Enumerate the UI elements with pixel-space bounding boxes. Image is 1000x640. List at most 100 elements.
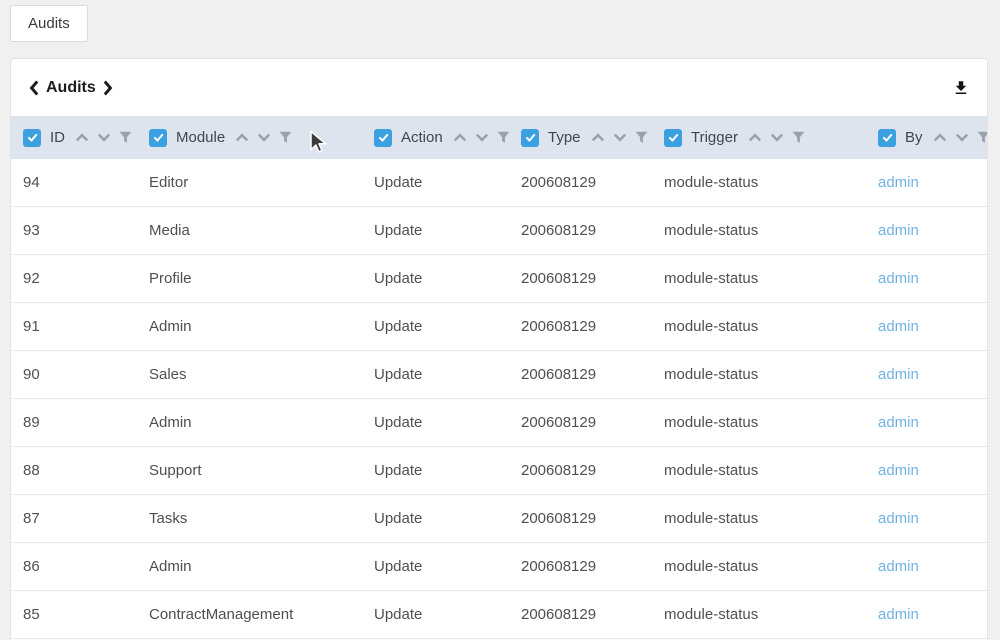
filter-icon[interactable]	[119, 131, 132, 144]
filter-icon[interactable]	[977, 131, 988, 144]
by-user-link[interactable]: admin	[878, 270, 919, 287]
cell-by: admin	[866, 414, 987, 431]
cell-trigger: module-status	[652, 318, 866, 335]
download-icon[interactable]	[950, 77, 972, 99]
filter-icon[interactable]	[635, 131, 648, 144]
cell-trigger: module-status	[652, 558, 866, 575]
cell-type: 200608129	[509, 462, 652, 479]
cell-module: Admin	[137, 414, 362, 431]
table-row: 88SupportUpdate200608129module-statusadm…	[11, 447, 987, 495]
by-user-link[interactable]: admin	[878, 606, 919, 623]
cell-trigger: module-status	[652, 366, 866, 383]
table-row: 86AdminUpdate200608129module-statusadmin	[11, 543, 987, 591]
cell-type: 200608129	[509, 606, 652, 623]
filter-icon[interactable]	[792, 131, 805, 144]
filter-icon[interactable]	[279, 131, 292, 144]
sort-asc-icon[interactable]	[591, 133, 605, 142]
sort-asc-icon[interactable]	[748, 133, 762, 142]
cell-trigger: module-status	[652, 270, 866, 287]
column-label: By	[905, 129, 923, 146]
column-label: Trigger	[691, 129, 738, 146]
table-row: 94EditorUpdate200608129module-statusadmi…	[11, 159, 987, 207]
chevron-right-icon[interactable]	[103, 80, 113, 96]
cell-module: Admin	[137, 558, 362, 575]
audits-card: Audits ID Module	[10, 58, 988, 640]
cell-action: Update	[362, 414, 509, 431]
cell-by: admin	[866, 174, 987, 191]
by-user-link[interactable]: admin	[878, 414, 919, 431]
sort-desc-icon[interactable]	[257, 133, 271, 142]
column-header-trigger[interactable]: Trigger	[652, 116, 866, 159]
column-checkbox[interactable]	[664, 129, 682, 147]
cell-type: 200608129	[509, 222, 652, 239]
column-checkbox[interactable]	[23, 129, 41, 147]
column-label: Type	[548, 129, 581, 146]
column-header-module[interactable]: Module	[137, 116, 362, 159]
sort-asc-icon[interactable]	[235, 133, 249, 142]
by-user-link[interactable]: admin	[878, 174, 919, 191]
table-row: 90SalesUpdate200608129module-status admin	[11, 351, 987, 399]
table-row: 93MediaUpdate200608129module-statusadmin	[11, 207, 987, 255]
cell-module: Editor	[137, 174, 362, 191]
column-checkbox[interactable]	[149, 129, 167, 147]
cell-by: admin	[866, 270, 987, 287]
column-checkbox[interactable]	[374, 129, 392, 147]
chevron-left-icon[interactable]	[29, 80, 39, 96]
cell-by: admin	[866, 606, 987, 623]
column-label: Module	[176, 129, 225, 146]
cell-trigger: module-status	[652, 222, 866, 239]
page-title: Audits	[46, 79, 96, 97]
cell-by: admin	[866, 366, 987, 383]
column-header-action[interactable]: Action	[362, 116, 509, 159]
sort-desc-icon[interactable]	[955, 133, 969, 142]
column-header-type[interactable]: Type	[509, 116, 652, 159]
filter-icon[interactable]	[497, 131, 510, 144]
cell-module: ContractManagement	[137, 606, 362, 623]
tab-audits[interactable]: Audits	[10, 5, 88, 42]
by-user-link[interactable]: admin	[878, 510, 919, 527]
cell-action: Update	[362, 174, 509, 191]
column-checkbox[interactable]	[521, 129, 539, 147]
column-label: ID	[50, 129, 65, 146]
cell-module: Sales	[137, 366, 362, 383]
cell-id: 94	[11, 174, 137, 191]
cell-action: Update	[362, 366, 509, 383]
by-user-link[interactable]: admin	[878, 462, 919, 479]
column-checkbox[interactable]	[878, 129, 896, 147]
by-user-link[interactable]: admin	[878, 558, 919, 575]
cell-id: 89	[11, 414, 137, 431]
cell-action: Update	[362, 558, 509, 575]
column-header-id[interactable]: ID	[11, 116, 137, 159]
table-row: 85ContractManagementUpdate200608129modul…	[11, 591, 987, 639]
sort-desc-icon[interactable]	[613, 133, 627, 142]
cell-id: 91	[11, 318, 137, 335]
cell-action: Update	[362, 510, 509, 527]
table-header: ID Module Action	[11, 116, 987, 159]
cell-id: 92	[11, 270, 137, 287]
table-row: 91AdminUpdate200608129module-statusadmin	[11, 303, 987, 351]
cell-by: admin	[866, 222, 987, 239]
cell-trigger: module-status	[652, 174, 866, 191]
sort-asc-icon[interactable]	[75, 133, 89, 142]
cell-type: 200608129	[509, 366, 652, 383]
column-header-by[interactable]: By	[866, 116, 987, 159]
sort-desc-icon[interactable]	[475, 133, 489, 142]
sort-desc-icon[interactable]	[770, 133, 784, 142]
cell-id: 93	[11, 222, 137, 239]
cell-id: 90	[11, 366, 137, 383]
cell-action: Update	[362, 606, 509, 623]
by-user-link[interactable]: admin	[878, 366, 919, 383]
table-row: 92ProfileUpdate200608129module-statusadm…	[11, 255, 987, 303]
cell-action: Update	[362, 270, 509, 287]
cell-module: Profile	[137, 270, 362, 287]
table-row: 89AdminUpdate200608129module-statusadmin	[11, 399, 987, 447]
cell-trigger: module-status	[652, 510, 866, 527]
cell-action: Update	[362, 318, 509, 335]
by-user-link[interactable]: admin	[878, 318, 919, 335]
sort-desc-icon[interactable]	[97, 133, 111, 142]
by-user-link[interactable]: admin	[878, 222, 919, 239]
cell-module: Media	[137, 222, 362, 239]
sort-asc-icon[interactable]	[933, 133, 947, 142]
cell-type: 200608129	[509, 558, 652, 575]
sort-asc-icon[interactable]	[453, 133, 467, 142]
